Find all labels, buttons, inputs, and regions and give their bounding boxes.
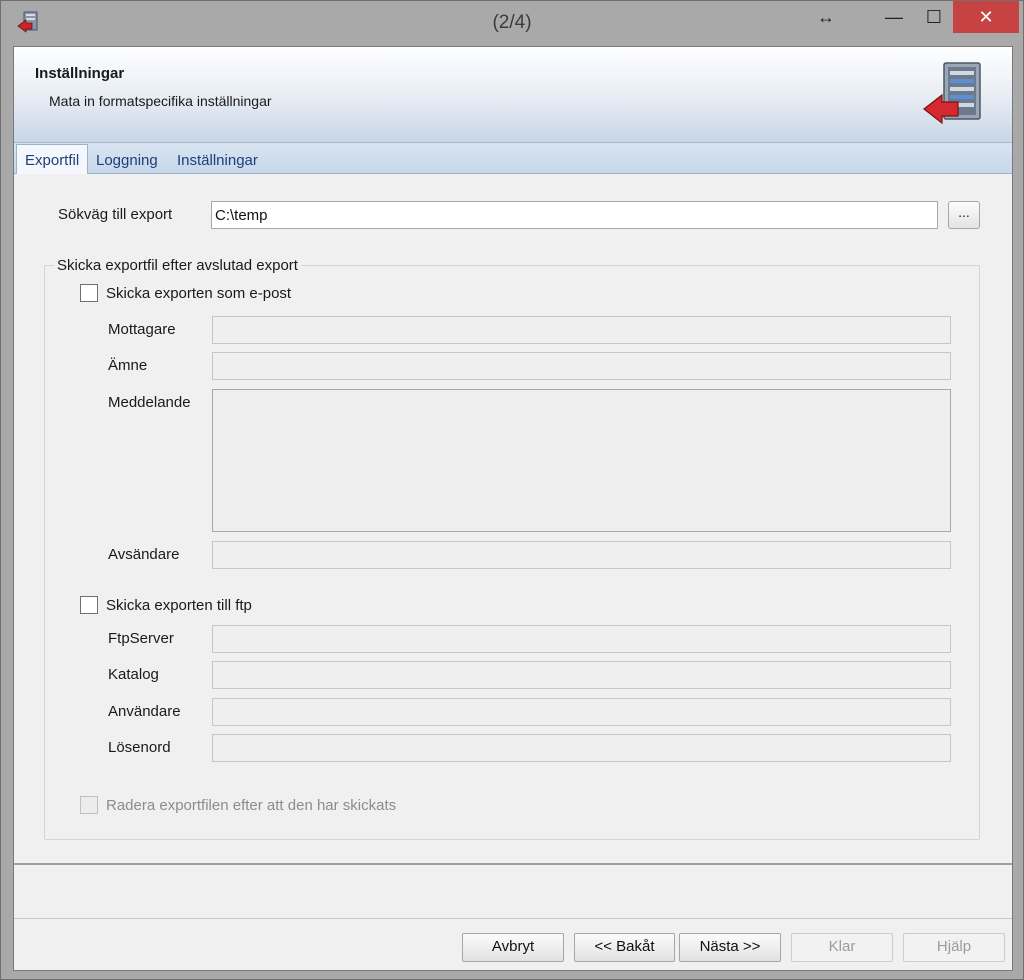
help-button[interactable]: Hjälp bbox=[903, 933, 1005, 962]
tab-strip: Exportfil Loggning Inställningar bbox=[14, 143, 1012, 174]
ftp-user-input[interactable] bbox=[212, 698, 951, 726]
wizard-header: Inställningar Mata in formatspecifika in… bbox=[14, 47, 1012, 143]
subject-input[interactable] bbox=[212, 352, 951, 380]
sender-input[interactable] bbox=[212, 541, 951, 569]
ftp-user-label: Användare bbox=[108, 703, 181, 720]
resize-icon[interactable]: ↔ bbox=[809, 1, 843, 33]
ftp-server-input[interactable] bbox=[212, 625, 951, 653]
maximize-button[interactable]: ☐ bbox=[917, 1, 951, 33]
button-bar: Avbryt << Bakåt Nästa >> Klar Hjälp bbox=[14, 918, 1012, 970]
send-export-group-title: Skicka exportfil efter avslutad export bbox=[54, 257, 301, 274]
title-bar[interactable]: (2/4) ↔ — ☐ ✕ bbox=[1, 1, 1023, 46]
server-export-icon bbox=[923, 62, 981, 125]
page-title: Inställningar bbox=[35, 65, 125, 82]
ftp-server-label: FtpServer bbox=[108, 630, 174, 647]
next-button[interactable]: Nästa >> bbox=[679, 933, 781, 962]
window-title: (2/4) bbox=[492, 12, 532, 33]
recipient-input[interactable] bbox=[212, 316, 951, 344]
export-path-label: Sökväg till export bbox=[58, 206, 173, 223]
wizard-window: (2/4) ↔ — ☐ ✕ Inställningar Mata in form… bbox=[0, 0, 1024, 980]
send-email-label[interactable]: Skicka exporten som e-post bbox=[106, 285, 291, 302]
cancel-button[interactable]: Avbryt bbox=[462, 933, 564, 962]
browse-button[interactable]: ... bbox=[948, 201, 980, 229]
wizard-client-area: Inställningar Mata in formatspecifika in… bbox=[13, 46, 1013, 971]
status-strip bbox=[14, 863, 1012, 918]
delete-after-checkbox[interactable] bbox=[80, 796, 98, 814]
sender-label: Avsändare bbox=[108, 546, 180, 563]
ftp-directory-label: Katalog bbox=[108, 666, 159, 683]
tab-installningar[interactable]: Inställningar bbox=[169, 148, 266, 172]
tab-loggning[interactable]: Loggning bbox=[88, 148, 166, 172]
back-button[interactable]: << Bakåt bbox=[574, 933, 675, 962]
page-subtitle: Mata in formatspecifika inställningar bbox=[49, 93, 272, 109]
delete-after-label[interactable]: Radera exportfilen efter att den har ski… bbox=[106, 797, 396, 814]
minimize-button[interactable]: — bbox=[877, 1, 911, 33]
send-ftp-label[interactable]: Skicka exporten till ftp bbox=[106, 597, 252, 614]
close-button[interactable]: ✕ bbox=[953, 1, 1019, 33]
tab-exportfil[interactable]: Exportfil bbox=[16, 144, 89, 174]
send-ftp-checkbox[interactable] bbox=[80, 596, 98, 614]
ftp-password-label: Lösenord bbox=[108, 739, 171, 756]
message-label: Meddelande bbox=[108, 394, 191, 411]
ftp-directory-input[interactable] bbox=[212, 661, 951, 689]
ftp-password-input[interactable] bbox=[212, 734, 951, 762]
export-path-input[interactable] bbox=[211, 201, 938, 229]
recipient-label: Mottagare bbox=[108, 321, 176, 338]
subject-label: Ämne bbox=[108, 357, 148, 374]
finish-button[interactable]: Klar bbox=[791, 933, 893, 962]
send-email-checkbox[interactable] bbox=[80, 284, 98, 302]
message-textarea[interactable] bbox=[212, 389, 951, 532]
